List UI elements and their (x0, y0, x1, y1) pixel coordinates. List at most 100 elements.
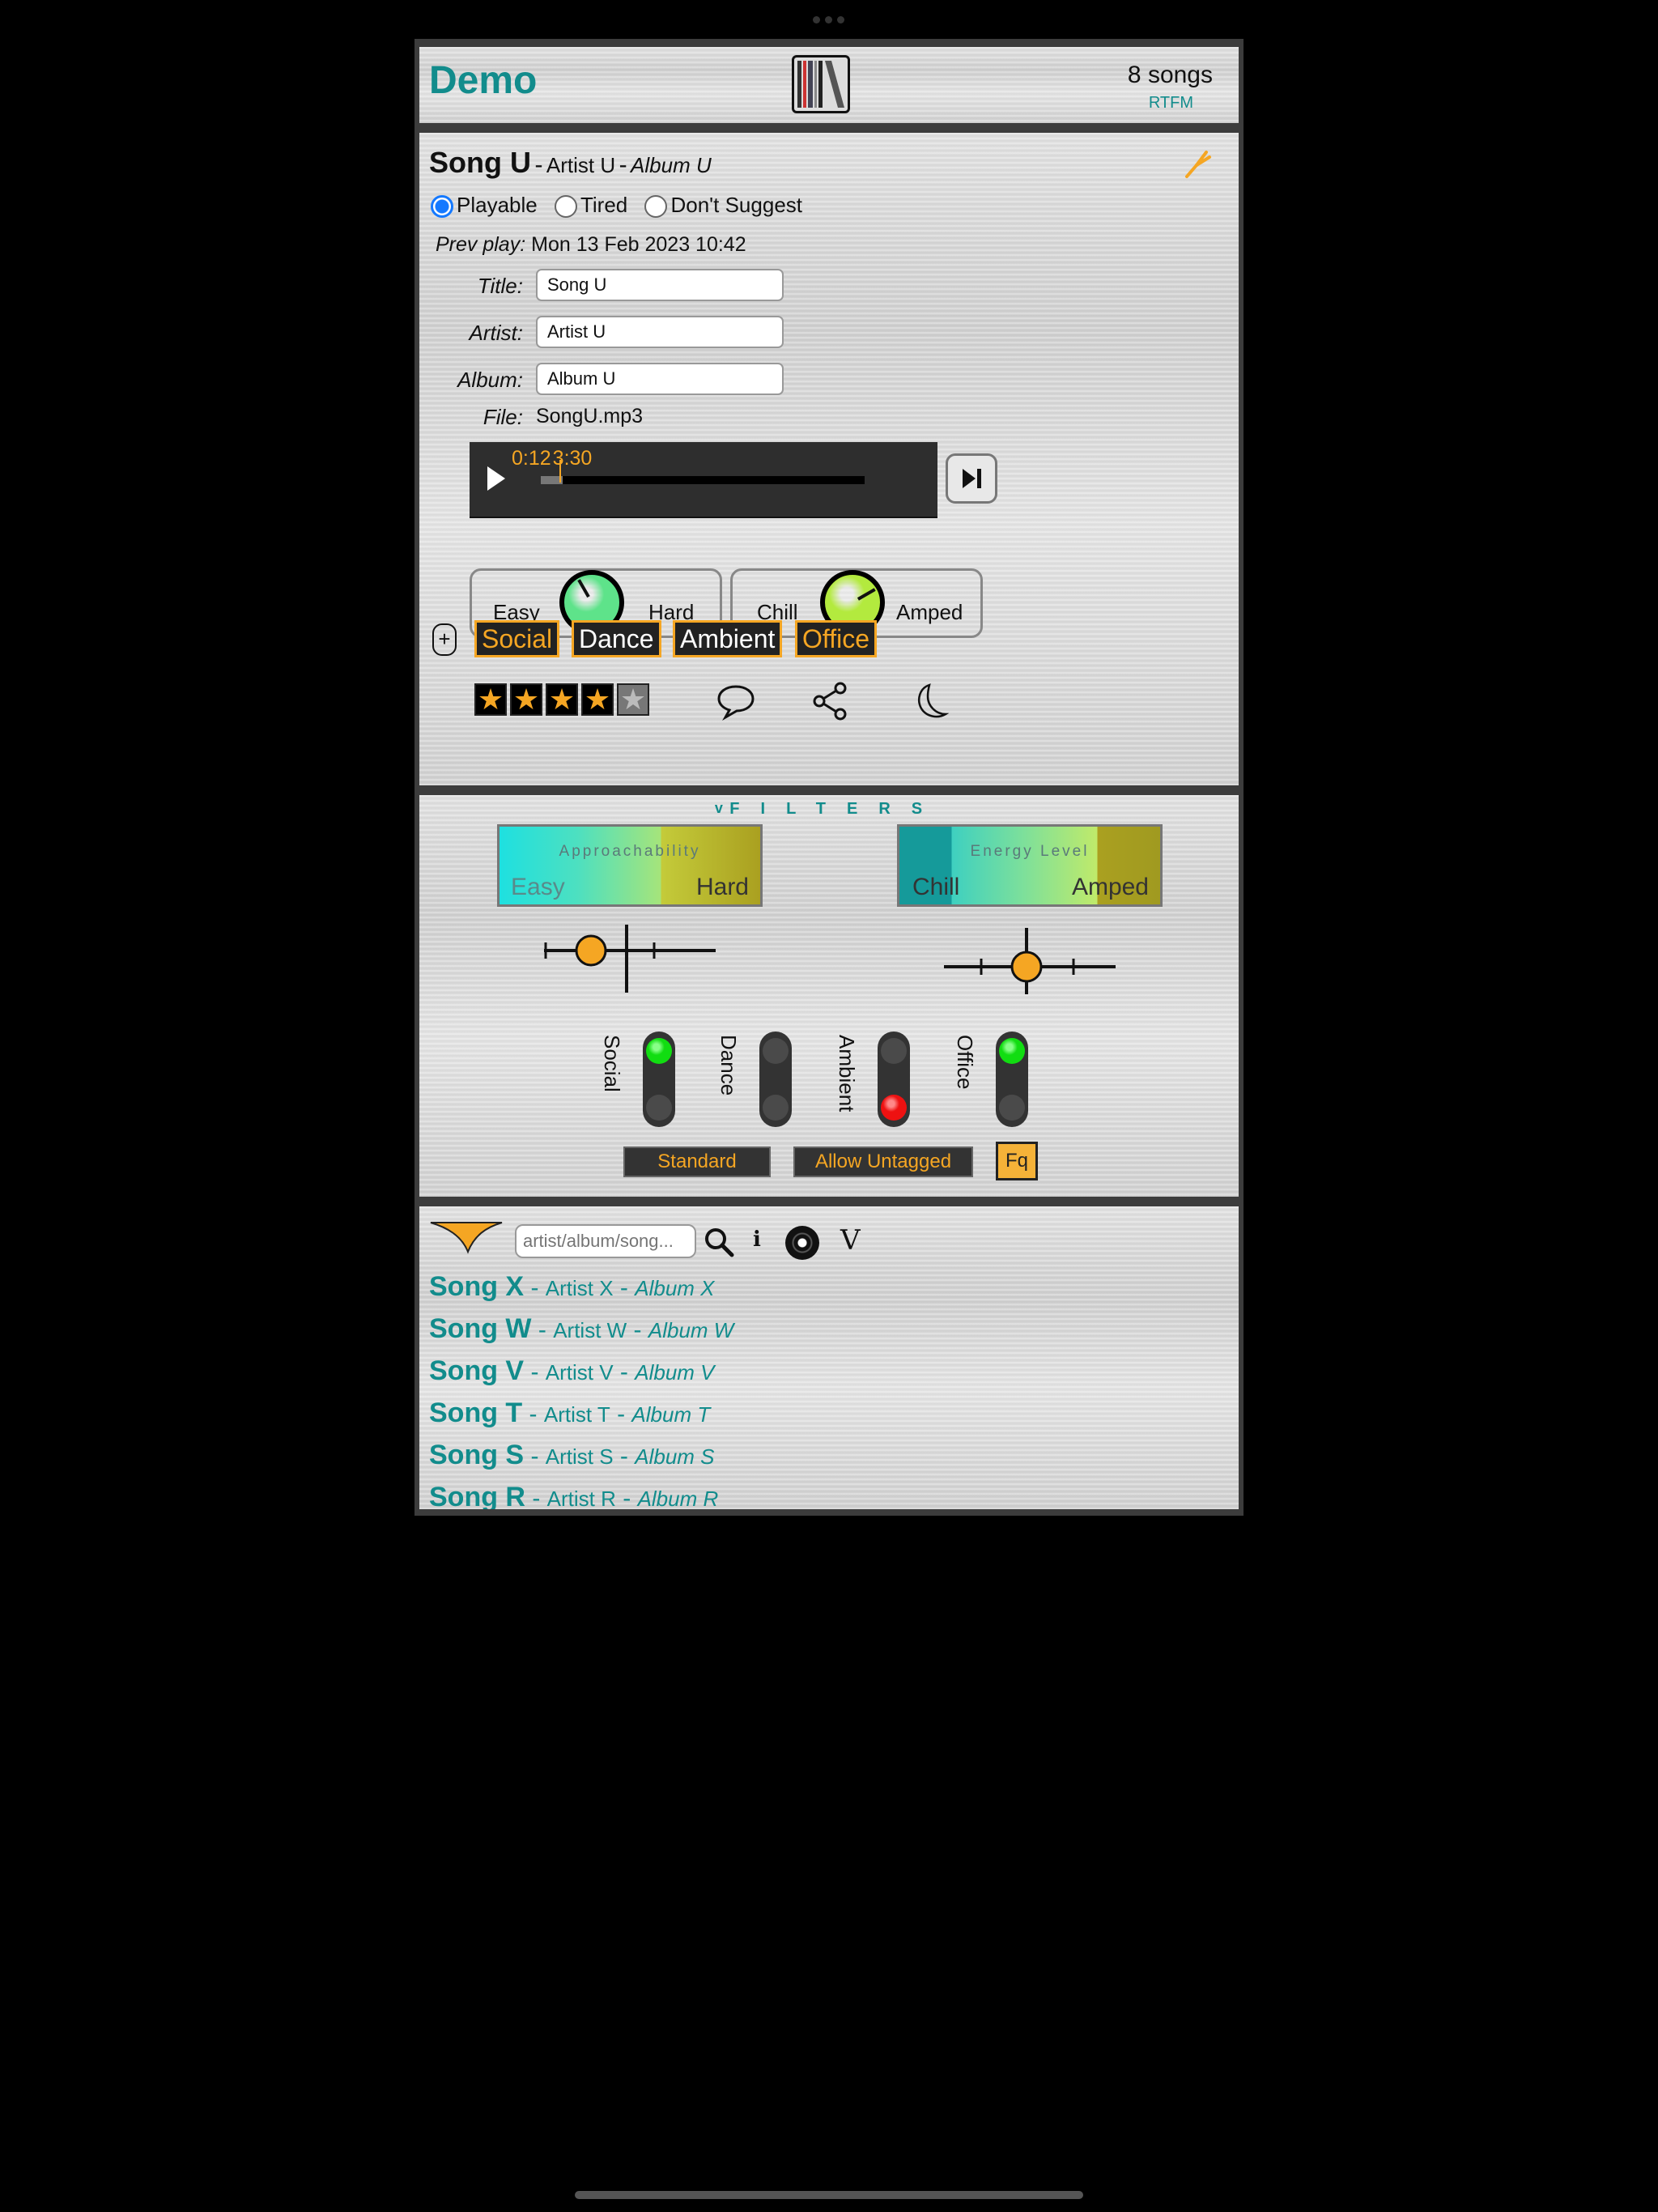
title-field[interactable] (536, 269, 784, 301)
list-song-artist: Artist W (553, 1318, 627, 1342)
list-item[interactable]: Song R - Artist R - Album R (429, 1482, 718, 1509)
toggle-label: Ambient (835, 1035, 859, 1112)
home-indicator[interactable] (575, 2191, 1083, 2199)
moon-icon[interactable] (908, 682, 950, 722)
list-song-album: Album T (631, 1402, 711, 1427)
file-label: File: (483, 405, 523, 429)
separator: - (615, 1485, 638, 1509)
tag-office[interactable]: Office (795, 620, 877, 657)
toggle-off-light (763, 1095, 789, 1121)
app-title[interactable]: Demo (429, 58, 537, 103)
list-song-artist: Artist S (545, 1444, 614, 1469)
star-filled-icon[interactable]: ★ (581, 683, 614, 716)
star-filled-icon[interactable]: ★ (546, 683, 578, 716)
toggle-on-light (763, 1038, 789, 1064)
star-filled-icon[interactable]: ★ (474, 683, 507, 716)
list-song-title: Song V (429, 1355, 525, 1386)
comment-icon[interactable] (716, 682, 756, 721)
list-song-title: Song X (429, 1271, 525, 1302)
list-song-album: Album S (635, 1444, 715, 1469)
tag-dance[interactable]: Dance (572, 620, 661, 657)
artist-field[interactable] (536, 316, 784, 348)
tag-filter-toggles: Social Dance Ambient Office (419, 795, 1239, 1127)
tag-toggle-office[interactable] (996, 1032, 1028, 1127)
toggle-label: Dance (716, 1035, 741, 1096)
separator: - (524, 1274, 546, 1301)
toggle-on-light (999, 1038, 1025, 1064)
tag-bar: Social Dance Ambient Office (474, 620, 960, 659)
fq-button[interactable]: Fq (996, 1142, 1038, 1180)
skip-next-button[interactable] (946, 453, 997, 504)
app-frame: Demo 8 songs RTFM Song U - Artist U - Al… (414, 39, 1244, 1516)
toggle-off-light (999, 1095, 1025, 1121)
list-song-title: Song R (429, 1482, 525, 1509)
star-rating[interactable]: ★ ★ ★ ★ ★ (474, 683, 653, 719)
search-input[interactable] (515, 1224, 696, 1258)
add-tag-button[interactable]: + (432, 623, 457, 656)
list-song-album: Album X (635, 1276, 715, 1300)
view-toggle-icon[interactable]: V (840, 1224, 861, 1257)
list-item[interactable]: Song W - Artist W - Album W (429, 1313, 733, 1345)
list-song-artist: Artist X (545, 1276, 614, 1300)
toggle-off-light (881, 1095, 907, 1121)
tag-toggle-dance[interactable] (759, 1032, 792, 1127)
list-song-album: Album R (637, 1487, 719, 1509)
separator: - (613, 1443, 636, 1470)
separator: - (610, 1401, 632, 1427)
artist-label: Artist: (469, 321, 523, 345)
tag-toggle-social[interactable] (643, 1032, 675, 1127)
album-field[interactable] (536, 363, 784, 395)
star-empty-icon[interactable]: ★ (617, 683, 649, 716)
list-song-title: Song T (429, 1397, 523, 1428)
toggle-label: Social (600, 1035, 624, 1092)
separator: - (613, 1274, 636, 1301)
search-icon[interactable] (703, 1226, 735, 1258)
tag-toggle-ambient[interactable] (878, 1032, 910, 1127)
play-icon[interactable] (487, 466, 505, 491)
tag-social[interactable]: Social (474, 620, 560, 657)
tag-ambient[interactable]: Ambient (673, 620, 783, 657)
list-item[interactable]: Song T - Artist T - Album T (429, 1397, 710, 1429)
toggle-off-light (646, 1095, 672, 1121)
info-icon[interactable]: i (753, 1227, 761, 1252)
list-song-artist: Artist T (543, 1402, 610, 1427)
file-value: SongU.mp3 (536, 405, 644, 428)
title-label: Title: (477, 274, 523, 298)
list-item[interactable]: Song V - Artist V - Album V (429, 1355, 715, 1387)
filters-panel: v FILTERS Approachability Easy Hard Ener… (419, 795, 1239, 1197)
allow-untagged-button[interactable]: Allow Untagged (793, 1146, 973, 1177)
filter-funnel-icon[interactable] (429, 1219, 504, 1255)
list-song-album: Album W (648, 1318, 734, 1342)
song-list-panel: i V Song X - Artist X - Album X Song W - … (419, 1206, 1239, 1509)
knob-pointer (857, 588, 876, 601)
separator: - (613, 1359, 636, 1385)
list-song-title: Song S (429, 1440, 525, 1470)
separator: - (524, 1443, 546, 1470)
standard-button[interactable]: Standard (623, 1146, 771, 1177)
toggle-on-light (881, 1038, 907, 1064)
song-count: 8 songs (1127, 62, 1213, 88)
multitasking-indicator[interactable] (813, 16, 845, 24)
song-detail-panel: Song U - Artist U - Album U Playable Tir… (419, 133, 1239, 785)
toggle-label: Office (953, 1035, 977, 1090)
knob-pointer (577, 579, 590, 598)
audio-player: 0:123:30 (470, 442, 937, 518)
star-filled-icon[interactable]: ★ (510, 683, 542, 716)
list-item[interactable]: Song X - Artist X - Album X (429, 1271, 715, 1303)
metadata-form: Title: Artist: Album: File: SongU.mp3 (419, 133, 905, 473)
rtfm-link[interactable]: RTFM (1149, 94, 1193, 113)
progress-thumb[interactable] (559, 460, 561, 483)
progress-track[interactable] (541, 460, 865, 484)
separator: - (627, 1317, 648, 1343)
list-song-title: Song W (429, 1313, 532, 1344)
vinyl-icon[interactable] (785, 1226, 819, 1260)
list-item[interactable]: Song S - Artist S - Album S (429, 1440, 715, 1471)
separator: - (524, 1359, 546, 1385)
album-art-icon[interactable] (792, 55, 850, 113)
album-label: Album: (457, 368, 523, 392)
separator: - (525, 1485, 547, 1509)
separator: - (522, 1401, 544, 1427)
skip-next-icon (963, 469, 981, 488)
share-icon[interactable] (811, 682, 852, 721)
tuning-fork-icon[interactable] (1182, 147, 1214, 180)
